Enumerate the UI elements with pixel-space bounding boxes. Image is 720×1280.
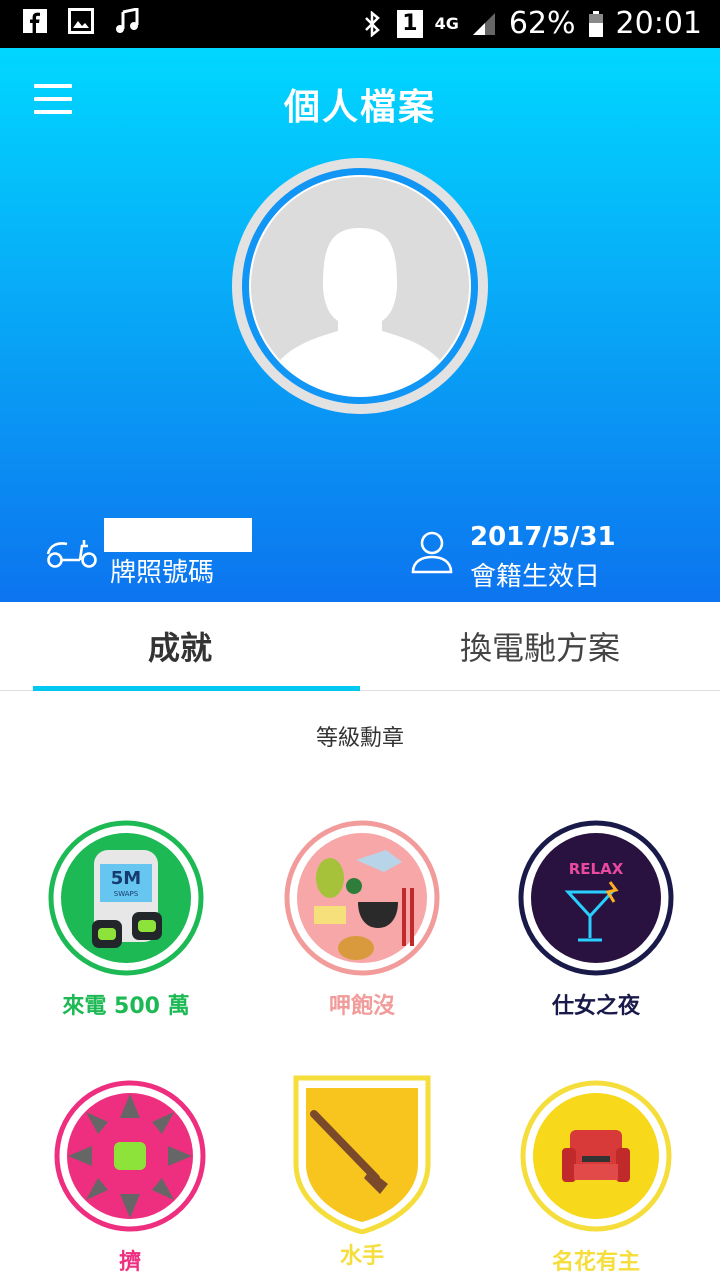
food-icon [284, 820, 440, 976]
battery-swap-icon: 5M SWAPS [48, 820, 204, 976]
status-right-icons: 1 4G 62% 20:01 [359, 6, 702, 41]
status-left-icons [22, 8, 140, 34]
badge-label: 擠 [118, 1250, 141, 1275]
badge-sailor[interactable]: 水手 [282, 1074, 442, 1270]
plate-label: 牌照號碼 [110, 558, 215, 588]
section-title: 等級勳章 [315, 726, 404, 751]
facebook-icon [23, 9, 47, 33]
network-indicator: 4G [434, 14, 459, 33]
badge-5m-swaps[interactable]: 5M SWAPS 來電 500 萬 [46, 820, 206, 1020]
user-icon [411, 531, 453, 574]
cocktail-icon: RELAX [518, 820, 674, 976]
badge-taken[interactable]: 名花有主 [516, 1080, 676, 1276]
image-icon [68, 8, 94, 34]
profile-header: 個人檔案 牌照號碼 2017/5/31 會籍生效日 [0, 48, 720, 602]
clock: 20:01 [615, 6, 702, 41]
music-icon [116, 8, 139, 33]
sim-indicator: 1 [397, 9, 423, 38]
badge-label: 水手 [339, 1244, 384, 1269]
badge-3-inner-text: RELAX [569, 860, 624, 878]
tab-swap-plan[interactable]: 換電馳方案 [360, 602, 720, 690]
badge-have-you-eaten[interactable]: 呷飽沒 [282, 820, 442, 1020]
battery-icon [588, 10, 603, 37]
signal-icon [472, 12, 495, 35]
badge-ladies-night[interactable]: RELAX 仕女之夜 [516, 820, 676, 1020]
badge-1-inner-text: 5M [111, 868, 141, 889]
battery-percent: 62% [508, 6, 576, 41]
sofa-icon [520, 1080, 672, 1232]
badge-1-inner-sub: SWAPS [114, 890, 139, 898]
active-tab-indicator [33, 686, 360, 691]
badge-label: 名花有主 [551, 1250, 640, 1275]
membership-label: 會籍生效日 [470, 562, 601, 592]
scooter-icon [46, 540, 97, 568]
avatar-placeholder-icon [232, 158, 488, 414]
tab-bar: 成就 換電馳方案 [0, 602, 720, 691]
tab-achievements[interactable]: 成就 [0, 602, 360, 690]
status-bar: 1 4G 62% 20:01 [0, 0, 720, 48]
bluetooth-icon [365, 10, 381, 37]
license-plate-value [104, 518, 252, 552]
badge-crowded[interactable]: 擠 [50, 1080, 210, 1276]
badge-label: 來電 500 萬 [62, 994, 190, 1019]
paddle-shield-icon [293, 1075, 431, 1234]
avatar[interactable] [230, 156, 490, 416]
membership-date: 2017/5/31 [470, 522, 616, 552]
page-title: 個人檔案 [283, 87, 436, 128]
badge-label: 仕女之夜 [551, 994, 640, 1019]
scooter-ring-icon [54, 1080, 206, 1232]
badge-label: 呷飽沒 [328, 994, 395, 1019]
